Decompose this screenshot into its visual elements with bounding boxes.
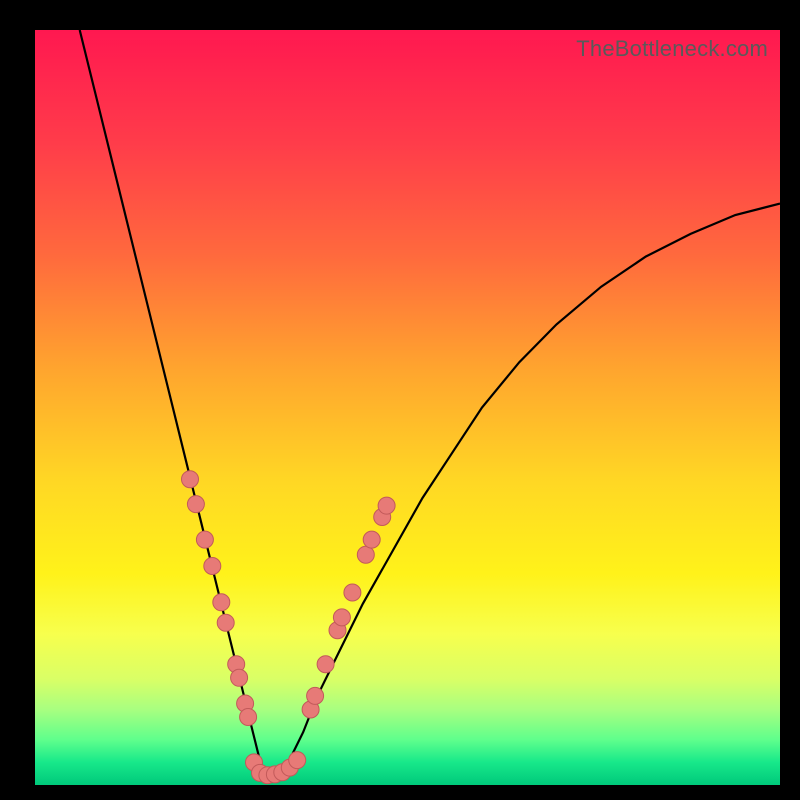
data-dot <box>204 558 221 575</box>
data-dot <box>187 496 204 513</box>
data-dot <box>344 584 361 601</box>
data-dots <box>182 471 396 784</box>
chart-frame: TheBottleneck.com <box>0 0 800 800</box>
data-dot <box>307 687 324 704</box>
curve-svg <box>35 30 780 785</box>
data-dot <box>213 594 230 611</box>
data-dot <box>317 656 334 673</box>
bottleneck-curve <box>80 30 780 781</box>
data-dot <box>357 546 374 563</box>
data-dot <box>378 497 395 514</box>
data-dot <box>231 669 248 686</box>
data-dot <box>289 752 306 769</box>
data-dot <box>333 609 350 626</box>
data-dot <box>217 614 234 631</box>
data-dot <box>240 709 257 726</box>
data-dot <box>363 531 380 548</box>
data-dot <box>196 531 213 548</box>
plot-area: TheBottleneck.com <box>35 30 780 785</box>
data-dot <box>182 471 199 488</box>
